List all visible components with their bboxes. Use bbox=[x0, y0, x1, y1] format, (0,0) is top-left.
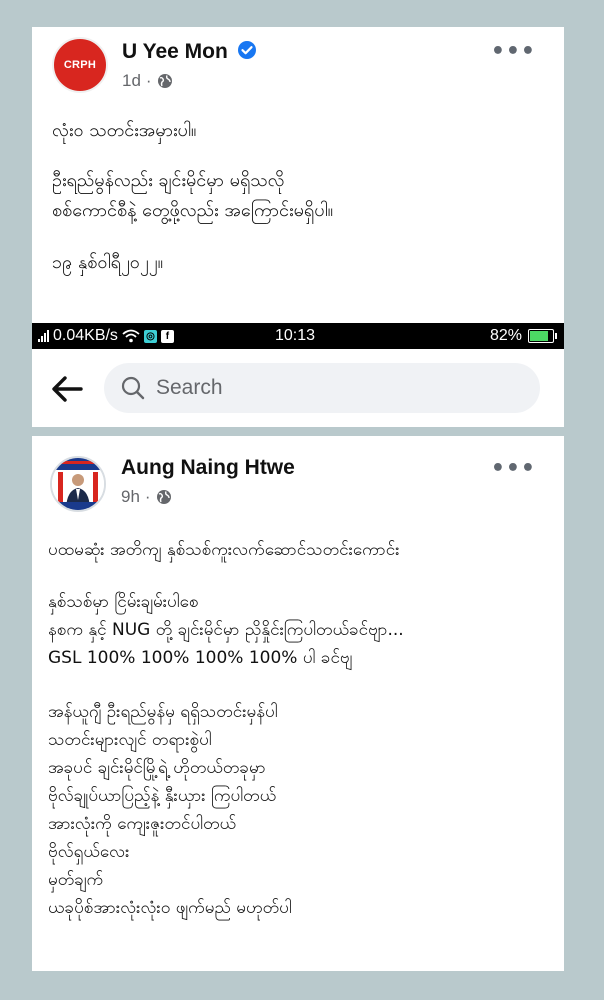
post-line bbox=[48, 669, 404, 689]
meta-separator: · bbox=[145, 71, 152, 90]
post-author-row: U Yee Mon bbox=[122, 40, 257, 64]
status-bar: 0.04KB/s ◎ f 10:13 82% bbox=[32, 323, 564, 349]
post-line: စစ်ကောင်စီနဲ့ တွေ့ဖို့လည်း အကြောင်းမရှိပ… bbox=[52, 200, 334, 221]
facebook-notification-icon: f bbox=[160, 329, 174, 343]
avatar-logo-text: CRPH bbox=[63, 59, 97, 71]
post-time[interactable]: 1d bbox=[122, 71, 141, 91]
post-line bbox=[52, 222, 333, 242]
post-time[interactable]: 9h bbox=[121, 487, 140, 507]
post-line: နှစ်သစ်မှာ ငြိမ်းချမ်းပါစေ bbox=[48, 592, 199, 612]
meta-separator: · bbox=[144, 487, 151, 506]
post-line: အခုပင် ချင်းမိုင်မြို့ရဲ့ ဟိုတယ်တခုမှာ bbox=[48, 758, 266, 778]
post-line: အန်ယူဂျီ ဦးရည်မွန်မှ ရရှိသတင်းမှန်ပါ bbox=[48, 702, 278, 722]
post-line bbox=[52, 142, 333, 162]
post-line: လုံးဝ သတင်းအမှားပါ။ bbox=[52, 120, 197, 141]
post-card-1: CRPH U Yee Mon 1d · ••• လုံးဝ သတင်းအမှား… bbox=[32, 27, 564, 323]
messenger-notification-icon: ◎ bbox=[143, 329, 157, 343]
author-avatar[interactable] bbox=[50, 456, 106, 512]
author-avatar[interactable]: CRPH bbox=[52, 37, 108, 93]
post-meta: 1d · bbox=[122, 71, 173, 91]
post-line: GSL 100% 100% 100% 100% ပါ ခင်ဗျ bbox=[48, 648, 353, 668]
post-card-2: Aung Naing Htwe 9h · ••• ပထမဆုံး အတိကျ န… bbox=[32, 436, 564, 971]
post-line: အားလုံးကို ကျေးဇူးတင်ပါတယ် bbox=[48, 814, 237, 834]
post-line: သတင်းများလျင် တရားစွဲပါ bbox=[48, 730, 212, 750]
more-options-icon[interactable]: ••• bbox=[491, 458, 536, 480]
signal-icon bbox=[38, 330, 49, 342]
post-author-name[interactable]: U Yee Mon bbox=[122, 40, 228, 63]
verified-badge-icon bbox=[237, 41, 256, 59]
post-line: ၁၉ နှစ်ဝါရီ၂၀၂၂။ bbox=[52, 252, 164, 273]
post-line: ဗိုလ်ချုပ်ယာပြည့်နဲ့ နှီးယှား ကြပါတယ် bbox=[48, 786, 277, 806]
post-line: ဗိုလ်ရှယ်လေး bbox=[48, 842, 130, 862]
post-meta: 9h · bbox=[121, 487, 172, 507]
post-line: ဦးရည်မွန်လည်း ချင်းမိုင်မှာ မရှိသလို bbox=[52, 170, 285, 191]
back-arrow-icon[interactable] bbox=[47, 369, 87, 409]
more-options-icon[interactable]: ••• bbox=[491, 41, 536, 63]
status-bar-left: 0.04KB/s ◎ f bbox=[38, 327, 174, 345]
battery-fill bbox=[530, 331, 549, 341]
profile-photo-icon bbox=[52, 458, 104, 510]
globe-icon bbox=[157, 74, 172, 88]
clock: 10:13 bbox=[275, 327, 316, 344]
search-box[interactable] bbox=[104, 363, 540, 413]
search-header bbox=[32, 349, 564, 427]
wifi-icon bbox=[122, 329, 140, 343]
search-input[interactable] bbox=[156, 376, 516, 400]
post-line: ယခုပိုစ်အားလုံးလုံးဝ ဖျက်မည် မဟုတ်ပါ bbox=[48, 898, 292, 918]
post-line: ပထမဆုံး အတိကျ နှစ်သစ်ကူးလက်ဆောင်သတင်းကော… bbox=[48, 540, 400, 560]
post-line: နစက နှင့် NUG တို့ ချင်းမိုင်မှာ ညှိနှို… bbox=[48, 620, 404, 640]
post-line: မှတ်ချက် bbox=[48, 870, 104, 890]
post-body: လုံးဝ သတင်းအမှားပါ။ ဦးရည်မွန်လည်း ချင်းမ… bbox=[52, 120, 333, 274]
post-author-name[interactable]: Aung Naing Htwe bbox=[121, 456, 295, 480]
status-bar-right: 82% bbox=[489, 327, 557, 345]
post-line bbox=[48, 561, 404, 581]
globe-icon bbox=[156, 490, 171, 504]
search-icon bbox=[121, 376, 145, 400]
battery-percent: 82% bbox=[489, 327, 522, 344]
post-body: ပထမဆုံး အတိကျ နှစ်သစ်ကူးလက်ဆောင်သတင်းကော… bbox=[48, 539, 404, 919]
battery-icon bbox=[528, 329, 557, 343]
network-speed: 0.04KB/s bbox=[53, 327, 118, 344]
